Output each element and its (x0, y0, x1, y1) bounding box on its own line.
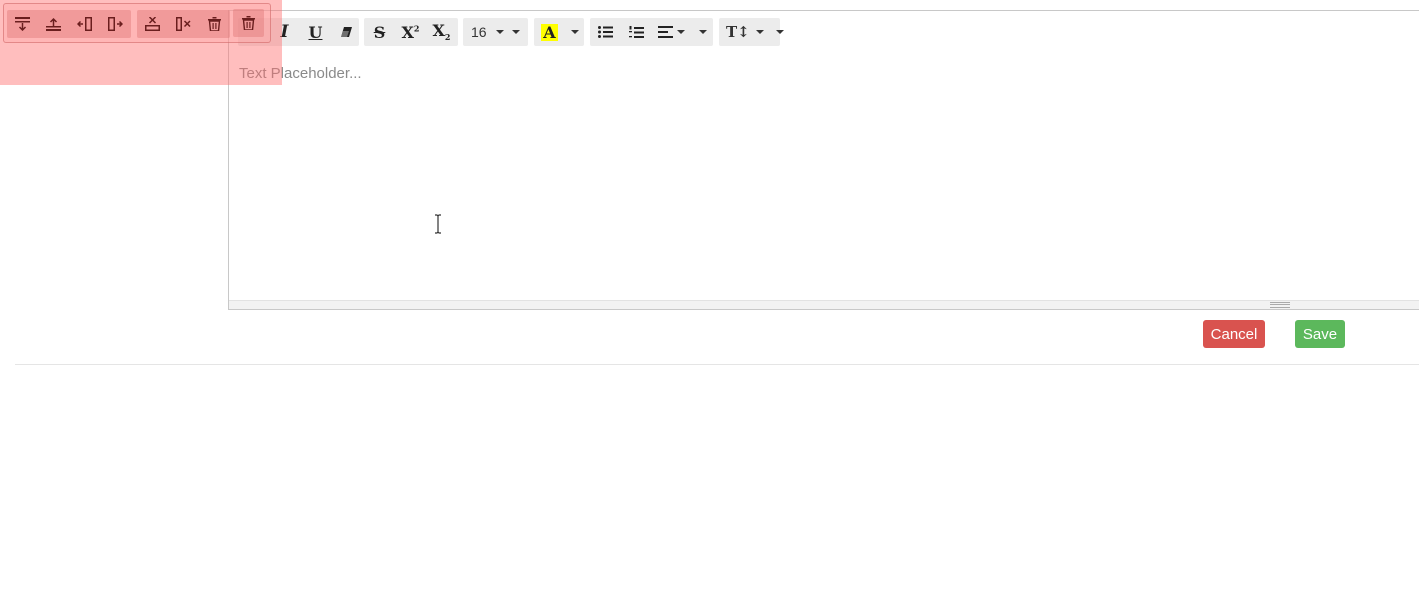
chevron-down-icon (512, 30, 520, 34)
align-left-icon (658, 26, 673, 38)
table-delete-group (137, 10, 230, 38)
chevron-down-icon (699, 30, 707, 34)
highlight-color-button[interactable]: A (534, 18, 565, 46)
delete-row-icon (145, 17, 160, 31)
delete-table-button[interactable] (199, 10, 230, 38)
remove-button[interactable] (233, 9, 264, 37)
row-above-icon (46, 17, 61, 31)
text-cursor-icon (435, 214, 441, 234)
font-size-dropdown[interactable]: 16 (463, 18, 528, 46)
add-column-before-button[interactable] (69, 10, 100, 38)
save-button[interactable]: Save (1295, 320, 1345, 348)
editor-content-area[interactable]: Text Placeholder... (229, 57, 1419, 300)
underline-icon: U (308, 22, 323, 42)
align-dropdown-button[interactable] (652, 18, 713, 46)
subscript-button[interactable]: X2 (426, 18, 457, 46)
editor-toolbar: I U S X2 X2 16 A T↕ (229, 11, 1419, 57)
delete-column-icon (176, 17, 191, 31)
cancel-button[interactable]: Cancel (1203, 320, 1265, 348)
eraser-icon (341, 27, 352, 37)
add-row-below-button[interactable] (7, 10, 38, 38)
highlight-icon: A (541, 22, 558, 42)
script-group: S X2 X2 (364, 18, 458, 46)
superscript-icon: X2 (401, 22, 420, 42)
trash-icon (208, 17, 221, 31)
ordered-list-button[interactable] (621, 18, 652, 46)
delete-column-button[interactable] (168, 10, 199, 38)
highlight-dropdown-button[interactable] (565, 18, 585, 46)
chevron-down-icon (496, 30, 504, 34)
add-column-after-button[interactable] (100, 10, 131, 38)
table-popup (3, 3, 271, 43)
column-after-icon (108, 17, 123, 31)
unordered-list-button[interactable] (590, 18, 621, 46)
table-insert-group (7, 10, 131, 38)
chevron-down-icon (755, 30, 764, 34)
superscript-button[interactable]: X2 (395, 18, 426, 46)
chevron-down-icon (677, 30, 685, 34)
clear-format-button[interactable] (331, 18, 362, 46)
strikethrough-icon: S (373, 22, 386, 42)
add-row-above-button[interactable] (38, 10, 69, 38)
delete-row-button[interactable] (137, 10, 168, 38)
remove-group (233, 9, 264, 37)
chevron-down-icon (775, 30, 784, 34)
underline-button[interactable]: U (300, 18, 331, 46)
editor-statusbar (229, 300, 1419, 309)
bullet-list-icon (598, 26, 613, 38)
rich-text-editor[interactable]: I U S X2 X2 16 A T↕ Text Placeholder... (228, 10, 1419, 310)
strikethrough-button[interactable]: S (364, 18, 395, 46)
resize-handle-icon[interactable] (1270, 302, 1290, 308)
trash-icon (242, 16, 255, 30)
font-size-value: 16 (471, 24, 487, 40)
column-before-icon (77, 17, 92, 31)
row-below-icon (15, 17, 30, 31)
section-divider (15, 364, 1419, 365)
highlight-group: A (534, 18, 584, 46)
chevron-down-icon (571, 30, 579, 34)
subscript-icon: X2 (432, 21, 451, 43)
line-height-icon: T↕ (726, 23, 750, 41)
paragraph-group (590, 18, 713, 46)
line-height-dropdown[interactable]: T↕ (719, 18, 784, 46)
numbered-list-icon (629, 25, 644, 38)
